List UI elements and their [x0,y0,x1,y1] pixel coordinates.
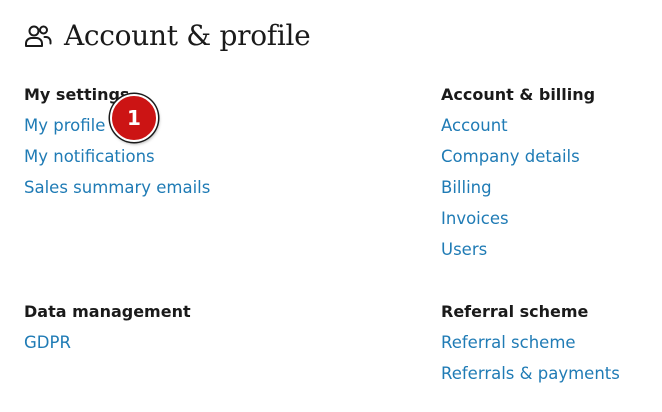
billing-link[interactable]: Billing [441,178,492,197]
users-link[interactable]: Users [441,240,487,259]
page-title: Account & profile [64,19,311,52]
account-billing-heading: Account & billing [441,85,596,104]
referral-scheme-links: Referral scheme Referrals & payments [441,332,620,394]
my-profile-link[interactable]: My profile [24,116,105,135]
data-management-links: GDPR [24,332,191,363]
users-icon [24,22,52,50]
account-billing-section: Account & billing Account Company detail… [441,84,595,270]
account-billing-links: Account Company details Billing Invoices… [441,115,595,270]
company-details-link[interactable]: Company details [441,147,580,166]
my-notifications-link[interactable]: My notifications [24,147,155,166]
account-link[interactable]: Account [441,116,508,135]
step-number-badge: 1 [110,94,158,142]
sales-summary-emails-link[interactable]: Sales summary emails [24,178,210,197]
gdpr-link[interactable]: GDPR [24,333,71,352]
referral-scheme-heading: Referral scheme [441,302,589,321]
referral-scheme-link[interactable]: Referral scheme [441,333,576,352]
invoices-link[interactable]: Invoices [441,209,509,228]
page-header: Account & profile [24,16,311,56]
referrals-payments-link[interactable]: Referrals & payments [441,364,620,383]
data-management-heading: Data management [24,302,191,321]
referral-scheme-section: Referral scheme Referral scheme Referral… [441,301,620,394]
data-management-section: Data management GDPR [24,301,191,363]
